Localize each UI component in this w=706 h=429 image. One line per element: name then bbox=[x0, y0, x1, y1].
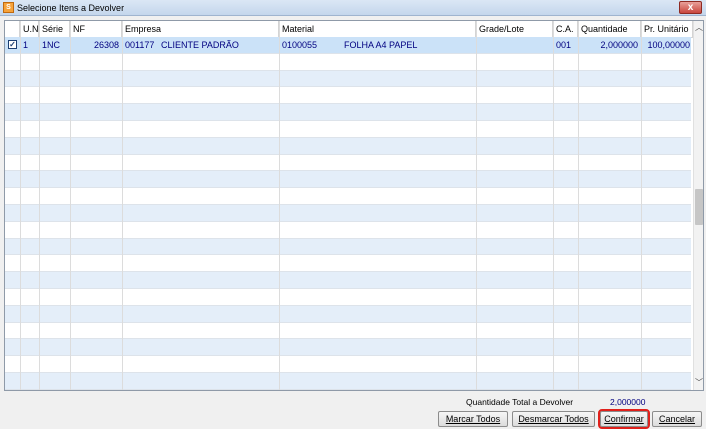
column-header-ca[interactable]: C.A. bbox=[553, 21, 578, 37]
empty-row bbox=[5, 356, 691, 373]
total-label: Quantidade Total a Devolver bbox=[466, 397, 574, 407]
column-divider bbox=[39, 21, 40, 390]
cancel-button[interactable]: Cancelar bbox=[652, 411, 702, 427]
empty-row bbox=[5, 305, 691, 323]
column-divider bbox=[641, 21, 642, 390]
table-row[interactable]: ✓ 1 1NC 26308 001177 CLIENTE PADRÃO 0100… bbox=[5, 37, 691, 54]
grid-rows: ✓ 1 1NC 26308 001177 CLIENTE PADRÃO 0100… bbox=[5, 37, 691, 390]
empty-row bbox=[5, 289, 691, 306]
cell-ca: 001 bbox=[556, 40, 572, 50]
scroll-down-icon[interactable]: ﹀ bbox=[694, 377, 703, 389]
confirm-button[interactable]: Confirmar bbox=[598, 409, 650, 429]
column-divider bbox=[578, 21, 579, 390]
column-header-pr-unitario[interactable]: Pr. Unitário bbox=[641, 21, 693, 37]
grid-header: U.N. Série NF Empresa Material Grade/Lot… bbox=[5, 21, 695, 38]
empty-row bbox=[5, 323, 691, 340]
column-divider bbox=[20, 21, 21, 390]
column-header-grade-lote[interactable]: Grade/Lote bbox=[476, 21, 553, 37]
empty-row bbox=[5, 272, 691, 289]
empty-row bbox=[5, 372, 691, 390]
title-bar: S Selecione Itens a Devolver x bbox=[0, 0, 706, 16]
cell-material-name: FOLHA A4 PAPEL bbox=[344, 40, 418, 50]
scroll-thumb[interactable] bbox=[695, 189, 703, 225]
cell-grade-lote bbox=[476, 37, 553, 53]
row-checkbox[interactable]: ✓ bbox=[8, 40, 17, 49]
empty-row bbox=[5, 204, 691, 222]
unmark-all-button[interactable]: Desmarcar Todos bbox=[512, 411, 595, 427]
app-icon: S bbox=[3, 2, 14, 13]
empty-row bbox=[5, 137, 691, 155]
cell-nf: 26308 bbox=[93, 40, 119, 50]
column-header-quantidade[interactable]: Quantidade bbox=[578, 21, 641, 37]
column-header-material[interactable]: Material bbox=[279, 21, 476, 37]
cell-quantidade: 2,000000 bbox=[600, 40, 638, 50]
empty-row bbox=[5, 238, 691, 256]
items-grid: U.N. Série NF Empresa Material Grade/Lot… bbox=[4, 20, 704, 391]
cell-empresa-name: CLIENTE PADRÃO bbox=[161, 40, 239, 50]
close-button[interactable]: x bbox=[679, 1, 702, 14]
mark-all-button[interactable]: Marcar Todos bbox=[438, 411, 508, 427]
scroll-up-icon[interactable]: ︿ bbox=[694, 22, 703, 34]
total-value: 2,000000 bbox=[610, 397, 646, 407]
column-divider bbox=[122, 21, 123, 390]
cell-empresa-code: 001177 bbox=[125, 40, 155, 50]
column-divider bbox=[553, 21, 554, 390]
empty-row bbox=[5, 255, 691, 273]
column-header-un[interactable]: U.N. bbox=[20, 21, 39, 37]
window-title: Selecione Itens a Devolver bbox=[17, 3, 125, 13]
empty-row bbox=[5, 171, 691, 189]
cell-un: 1 bbox=[23, 40, 29, 50]
cell-serie: 1NC bbox=[42, 40, 61, 50]
empty-row bbox=[5, 87, 691, 105]
empty-row bbox=[5, 339, 691, 357]
vertical-scrollbar[interactable]: ︿ ﹀ bbox=[693, 21, 703, 390]
column-header-nf[interactable]: NF bbox=[70, 21, 122, 37]
cell-material-code: 0100055 bbox=[282, 40, 318, 50]
empty-row bbox=[5, 104, 691, 121]
column-divider bbox=[279, 21, 280, 390]
column-header-serie[interactable]: Série bbox=[39, 21, 70, 37]
empty-row bbox=[5, 121, 691, 138]
column-header-check[interactable] bbox=[5, 21, 20, 37]
empty-row bbox=[5, 188, 691, 205]
empty-row bbox=[5, 222, 691, 239]
empty-row bbox=[5, 155, 691, 172]
cell-pr-unitario: 100,00000 bbox=[647, 40, 690, 50]
column-divider bbox=[476, 21, 477, 390]
column-divider bbox=[70, 21, 71, 390]
empty-row bbox=[5, 70, 691, 88]
column-header-empresa[interactable]: Empresa bbox=[122, 21, 279, 37]
empty-row bbox=[5, 54, 691, 71]
